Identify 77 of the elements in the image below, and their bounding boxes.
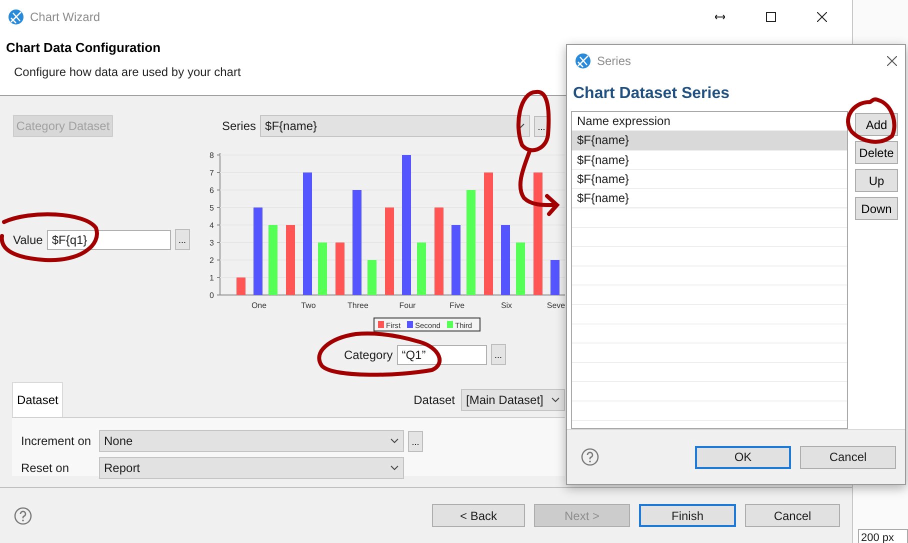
axis-label: Five bbox=[449, 301, 465, 310]
axis-label: 6 bbox=[210, 186, 214, 195]
column-header: Name expression bbox=[577, 114, 670, 128]
list-item[interactable]: $F{name} bbox=[572, 170, 847, 190]
axis-label: Seve bbox=[546, 301, 565, 310]
footer-button[interactable]: Cancel bbox=[745, 504, 840, 527]
chart-bar bbox=[286, 225, 295, 295]
axis-label: 8 bbox=[210, 151, 214, 160]
dropdown-caret-icon bbox=[390, 465, 399, 471]
side-button[interactable]: Delete bbox=[855, 141, 898, 164]
chart-bar bbox=[318, 242, 327, 295]
tab[interactable]: Dataset bbox=[12, 382, 64, 417]
resize-icon[interactable] bbox=[714, 14, 724, 20]
dataset-dropdown[interactable]: [Main Dataset] bbox=[461, 389, 565, 411]
axis-label: Two bbox=[301, 301, 316, 310]
footer-button[interactable]: < Back bbox=[432, 504, 525, 527]
maximize-icon[interactable] bbox=[766, 12, 776, 22]
close-icon[interactable] bbox=[816, 12, 826, 22]
dropdown-caret-icon bbox=[390, 438, 399, 444]
axis-label: 4 bbox=[210, 221, 214, 230]
legend-swatch bbox=[407, 321, 413, 328]
list-item[interactable]: $F{name} bbox=[572, 150, 847, 170]
chart-bar bbox=[501, 225, 510, 295]
close-icon[interactable] bbox=[887, 56, 897, 66]
chart-bar bbox=[550, 260, 560, 295]
scribble-annotation bbox=[846, 97, 896, 144]
window-title: Chart Wizard bbox=[30, 10, 100, 24]
size-field[interactable]: 200 px bbox=[858, 529, 908, 543]
side-button[interactable]: Down bbox=[855, 197, 898, 220]
list-item[interactable]: $F{name} bbox=[572, 131, 847, 151]
dropdown-caret-icon bbox=[551, 397, 560, 403]
browse-button[interactable]: ... bbox=[408, 430, 423, 452]
browse-button[interactable]: ... bbox=[174, 229, 190, 250]
chart-bar bbox=[516, 242, 525, 295]
field-label: Series bbox=[222, 119, 256, 133]
axis-label: 7 bbox=[210, 168, 214, 178]
help-icon[interactable] bbox=[14, 506, 32, 524]
page-description: Configure how data are used by your chart bbox=[13, 65, 242, 79]
axis-label: 3 bbox=[210, 238, 214, 248]
reset-dropdown[interactable]: Report bbox=[99, 457, 404, 479]
list-item[interactable]: $F{name} bbox=[572, 189, 847, 208]
browse-button[interactable]: ... bbox=[490, 344, 506, 365]
field-label: Dataset bbox=[414, 393, 455, 407]
help-icon[interactable] bbox=[581, 448, 599, 466]
axis-label: Four bbox=[399, 301, 416, 310]
chart-bar bbox=[417, 242, 426, 295]
dialog-heading: Chart Dataset Series bbox=[573, 85, 730, 103]
series-dropdown[interactable]: $F{name} bbox=[260, 115, 530, 137]
axis-label: 1 bbox=[210, 274, 214, 282]
category-field[interactable]: “Q1” bbox=[396, 344, 487, 364]
dialog-title: Series bbox=[597, 54, 632, 68]
footer-button[interactable]: Finish bbox=[639, 504, 736, 527]
app-logo-icon bbox=[575, 53, 591, 69]
legend-swatch bbox=[378, 321, 384, 328]
axis-label: 5 bbox=[210, 204, 214, 212]
field-label: Increment on bbox=[21, 434, 92, 448]
field-label: Category bbox=[344, 348, 393, 362]
app-logo-icon bbox=[8, 8, 24, 24]
axis-label: 2 bbox=[210, 256, 214, 265]
axis-label: Six bbox=[500, 301, 512, 310]
field-label: Value bbox=[13, 232, 43, 246]
page-title: Chart Data Configuration bbox=[6, 40, 162, 55]
axis-label: 0 bbox=[210, 291, 214, 300]
field-label: Reset on bbox=[21, 461, 70, 475]
chart-bar bbox=[336, 242, 344, 295]
chart-bar bbox=[452, 225, 460, 295]
chart-bar bbox=[236, 278, 246, 295]
dialog-button[interactable]: OK bbox=[695, 446, 791, 468]
value-field[interactable]: $F{q1} bbox=[46, 230, 171, 250]
axis-label: One bbox=[251, 301, 267, 310]
chart-bar bbox=[268, 225, 278, 295]
increment-dropdown[interactable]: None bbox=[99, 430, 404, 452]
chart-bar bbox=[368, 260, 376, 295]
side-button[interactable]: Up bbox=[855, 169, 898, 192]
legend-swatch bbox=[447, 321, 453, 328]
dialog-button[interactable]: Cancel bbox=[800, 446, 896, 468]
axis-label: Three bbox=[348, 301, 368, 310]
